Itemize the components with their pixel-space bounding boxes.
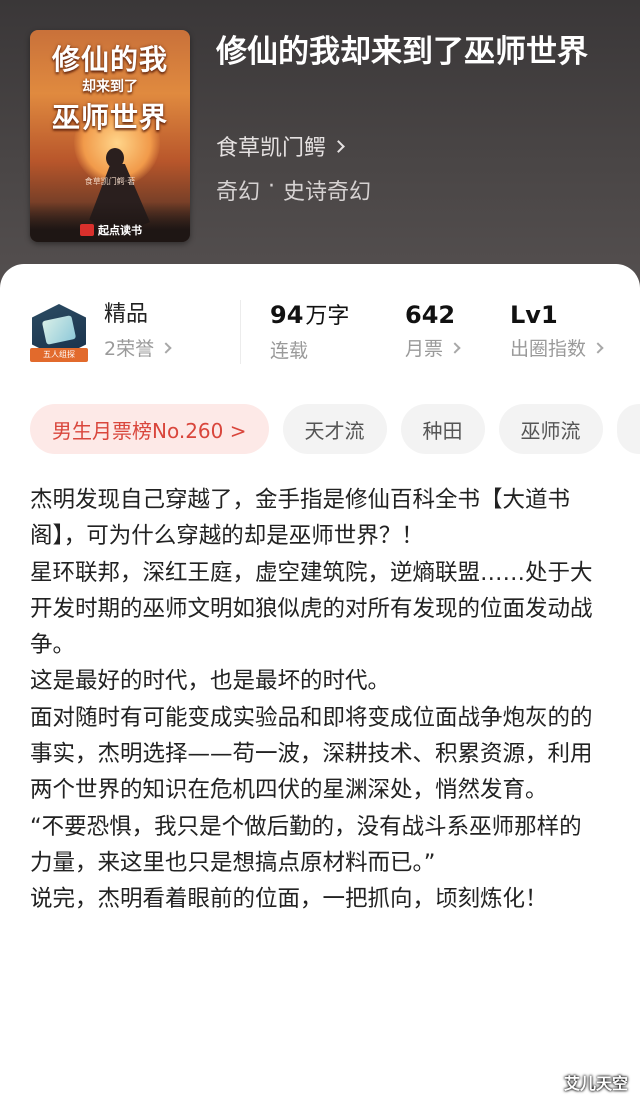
tag-list[interactable]: 男生月票榜No.260 > 天才流 种田 巫师流 xyxy=(30,404,640,454)
book-title: 修仙的我却来到了巫师世界 xyxy=(216,34,588,70)
book-header: 修仙的我 却来到了 巫师世界 食草凯门鳄·著 起点读书 修仙的我却来到了巫师世界… xyxy=(0,0,640,300)
chevron-right-icon xyxy=(332,139,345,153)
synopsis-paragraph: 面对随时有可能变成实验品和即将变成位面战争炮灰的的事实，杰明选择——苟一波，深耕… xyxy=(30,704,593,804)
book-detail-card: 五人组探 精品 2荣誉 94 万字 连载 642 月票 Lv1 出圈指数 男生月… xyxy=(0,264,640,1110)
synopsis-paragraph: 说完，杰明看着眼前的位面，一把抓向，顷刻炼化！ xyxy=(30,886,548,913)
synopsis-paragraph: “不要恐惧，我只是个做后勤的，没有战斗系巫师那样的力量，来这里也只是想搞点原材料… xyxy=(30,813,582,876)
ranking-tag[interactable]: 男生月票榜No.260 > xyxy=(30,404,269,454)
genre[interactable]: 奇幻 xyxy=(216,174,260,206)
cover-title-line1: 修仙的我 xyxy=(51,43,168,76)
author-name: 食草凯门鳄 xyxy=(216,136,327,161)
synopsis-paragraph: 星环联邦，深红王庭，虚空建筑院，逆熵联盟……处于大开发时期的巫师文明如狼似虎的对… xyxy=(30,559,593,659)
tag-item[interactable]: 种田 xyxy=(400,404,485,454)
cover-title-line3: 巫师世界 xyxy=(51,101,168,134)
subgenre[interactable]: 史诗奇幻 xyxy=(283,174,371,206)
genre-separator: · xyxy=(268,174,276,199)
tag-item-overflow[interactable] xyxy=(616,404,640,454)
cover-author: 食草凯门鳄·著 xyxy=(84,177,136,186)
book-cover[interactable]: 修仙的我 却来到了 巫师世界 食草凯门鳄·著 起点读书 xyxy=(30,30,190,242)
cover-publisher-name: 起点读书 xyxy=(98,224,142,237)
synopsis-paragraph: 这是最好的时代，也是最坏的时代。 xyxy=(30,668,391,695)
genre-line: 奇幻 · 史诗奇幻 xyxy=(216,174,371,206)
tag-item[interactable]: 巫师流 xyxy=(498,404,603,454)
tag-item[interactable]: 天才流 xyxy=(282,404,387,454)
author-link[interactable]: 食草凯门鳄 xyxy=(216,130,345,162)
synopsis: 杰明发现自己穿越了，金手指是修仙百科全书【大道书阁】，可为什么穿越的却是巫师世界… xyxy=(30,482,595,918)
cover-publisher: 起点读书 xyxy=(80,222,142,238)
publisher-logo-icon xyxy=(80,224,94,236)
cover-title-line2: 却来到了 xyxy=(82,79,138,95)
watermark: 艾儿天空 xyxy=(563,1074,628,1093)
synopsis-paragraph: 杰明发现自己穿越了，金手指是修仙百科全书【大道书阁】，可为什么穿越的却是巫师世界… xyxy=(30,487,571,550)
